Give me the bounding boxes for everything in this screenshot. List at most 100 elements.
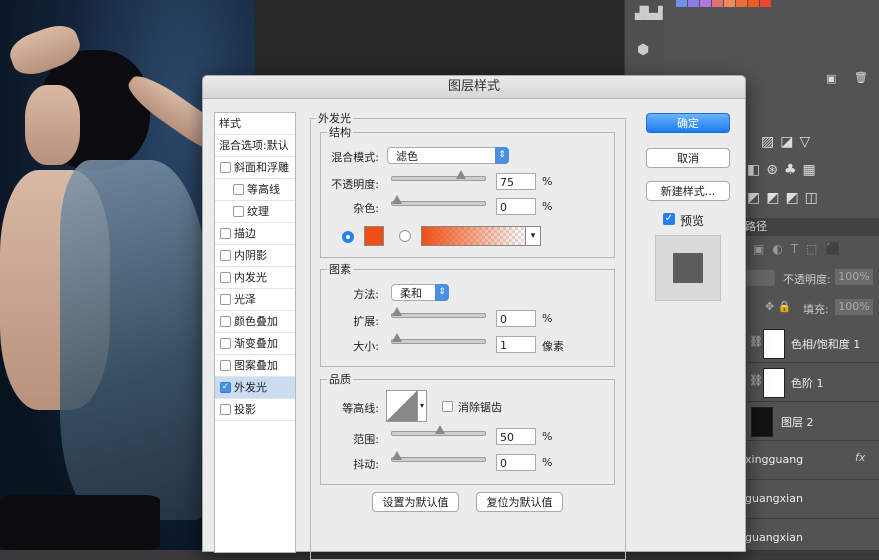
layer-filter-icons[interactable]: ▣◐T⬚⬛ [753,242,848,256]
slider-knob[interactable] [455,170,466,179]
layer-row[interactable]: 图层 2 [745,402,879,441]
slider-knob[interactable] [392,195,402,204]
reset-default-button[interactable]: 复位为默认值 [476,492,563,512]
size-input[interactable]: 1 [496,336,536,353]
noise-unit: % [542,200,553,213]
antialias-label: 消除锯齿 [458,401,502,414]
style-item[interactable]: 光泽 [215,289,295,311]
color-swatch[interactable] [736,0,747,7]
style-item[interactable]: 纹理 [215,201,295,223]
histogram-icon[interactable]: ▟▙▟ [635,6,663,20]
jitter-slider[interactable] [391,451,486,462]
style-checkbox[interactable] [220,272,231,283]
style-checkbox[interactable] [220,294,231,305]
trash-icon[interactable]: 🗑 [854,71,868,84]
style-item[interactable]: ✓ 外发光 [215,377,295,399]
layer-row[interactable]: xingguang fx [745,441,879,480]
ok-button[interactable]: 确定 [646,113,730,133]
set-default-button[interactable]: 设置为默认值 [372,492,459,512]
gradient-radio[interactable] [399,230,411,242]
antialias-checkbox[interactable] [442,401,453,412]
style-list-header[interactable]: 样式 [215,113,295,135]
blend-mode-select[interactable]: 滤色 ⇕ [387,147,509,164]
style-checkbox[interactable] [220,404,231,415]
slider-knob[interactable] [392,451,402,460]
jitter-label: 抖动: [353,458,379,471]
adjustment-icons[interactable]: ▨◪▽ [761,134,816,150]
style-checkbox[interactable] [233,184,244,195]
color-swatch[interactable] [712,0,723,7]
layer-name: 色阶 1 [791,377,824,390]
spread-input[interactable]: 0 [496,310,536,327]
slider-knob[interactable] [434,425,445,434]
blend-options-item[interactable]: 混合选项:默认 [215,135,295,157]
noise-input[interactable]: 0 [496,198,536,215]
layer-row[interactable]: ⛓ 色相/饱和度 1 [745,324,879,363]
blend-select[interactable] [745,270,775,286]
style-item[interactable]: 描边 [215,223,295,245]
range-slider[interactable] [391,425,486,436]
jitter-input[interactable]: 0 [496,454,536,471]
style-item[interactable]: 颜色叠加 [215,311,295,333]
style-checkbox[interactable] [220,228,231,239]
style-checkbox[interactable] [220,250,231,261]
opacity-label: 不透明度: [783,273,831,286]
style-item-label: 纹理 [247,205,269,218]
style-item-label: 光泽 [234,293,256,306]
layer-row[interactable]: guangxian [745,480,879,519]
style-item[interactable]: 投影 [215,399,295,421]
noise-slider[interactable] [391,195,486,206]
gradient-dropdown-icon[interactable]: ▾ [525,226,541,246]
color-swatch[interactable] [688,0,699,7]
method-select[interactable]: 柔和 ⇕ [391,284,449,301]
opacity-slider[interactable] [391,170,486,181]
style-checkbox[interactable] [233,206,244,217]
new-swatch-icon[interactable]: ▣ [826,72,836,85]
size-slider[interactable] [391,333,486,344]
quality-title: 品质 [327,371,353,387]
spread-slider[interactable] [391,307,486,318]
fx-icon[interactable]: fx [855,451,865,464]
canvas-area [255,0,625,75]
style-item[interactable]: 渐变叠加 [215,333,295,355]
layer-row[interactable]: guangxian [745,519,879,558]
lock-icon[interactable]: ✥ 🔒 [765,300,791,313]
solid-color-radio[interactable] [342,231,354,243]
color-swatch[interactable] [760,0,771,7]
color-swatch[interactable] [700,0,711,7]
style-item[interactable]: 内阴影 [215,245,295,267]
layer-row[interactable]: ⛓ 色阶 1 [745,363,879,402]
preview-checkbox[interactable]: ✓ [663,213,675,225]
range-input[interactable]: 50 [496,428,536,445]
style-item[interactable]: 内发光 [215,267,295,289]
style-checkbox[interactable] [220,360,231,371]
cancel-button[interactable]: 取消 [646,148,730,168]
contour-picker[interactable] [386,390,418,422]
new-style-button[interactable]: 新建样式... [646,181,730,201]
style-item-label: 描边 [234,227,256,240]
glow-gradient-picker[interactable] [421,226,526,246]
adjustment-icons-row3[interactable]: ◩◩◩◫ [747,190,824,206]
style-checkbox[interactable] [220,338,231,349]
style-checkbox[interactable]: ✓ [220,382,231,393]
color-swatch[interactable] [748,0,759,7]
color-swatch[interactable] [724,0,735,7]
slider-knob[interactable] [392,307,402,316]
range-label: 范围: [353,433,379,446]
chevron-updown-icon: ⇕ [495,147,509,164]
slider-knob[interactable] [392,333,403,342]
style-item[interactable]: 等高线 [215,179,295,201]
opacity-input[interactable]: 75 [496,173,536,190]
style-item[interactable]: 斜面和浮雕 [215,157,295,179]
opacity-field[interactable]: 100% [835,269,873,285]
color-swatch[interactable] [676,0,687,7]
adjustment-icons-row2[interactable]: ◧⊛♣▦ [747,162,822,178]
paths-tab[interactable]: 路径 [745,218,879,236]
style-checkbox[interactable] [220,162,231,173]
fill-field[interactable]: 100% [835,299,873,315]
style-checkbox[interactable] [220,316,231,327]
cube-icon[interactable]: ⬢ [637,42,649,58]
glow-color-swatch[interactable] [364,226,384,246]
style-item[interactable]: 图案叠加 [215,355,295,377]
contour-dropdown-icon[interactable]: ▾ [417,390,427,422]
